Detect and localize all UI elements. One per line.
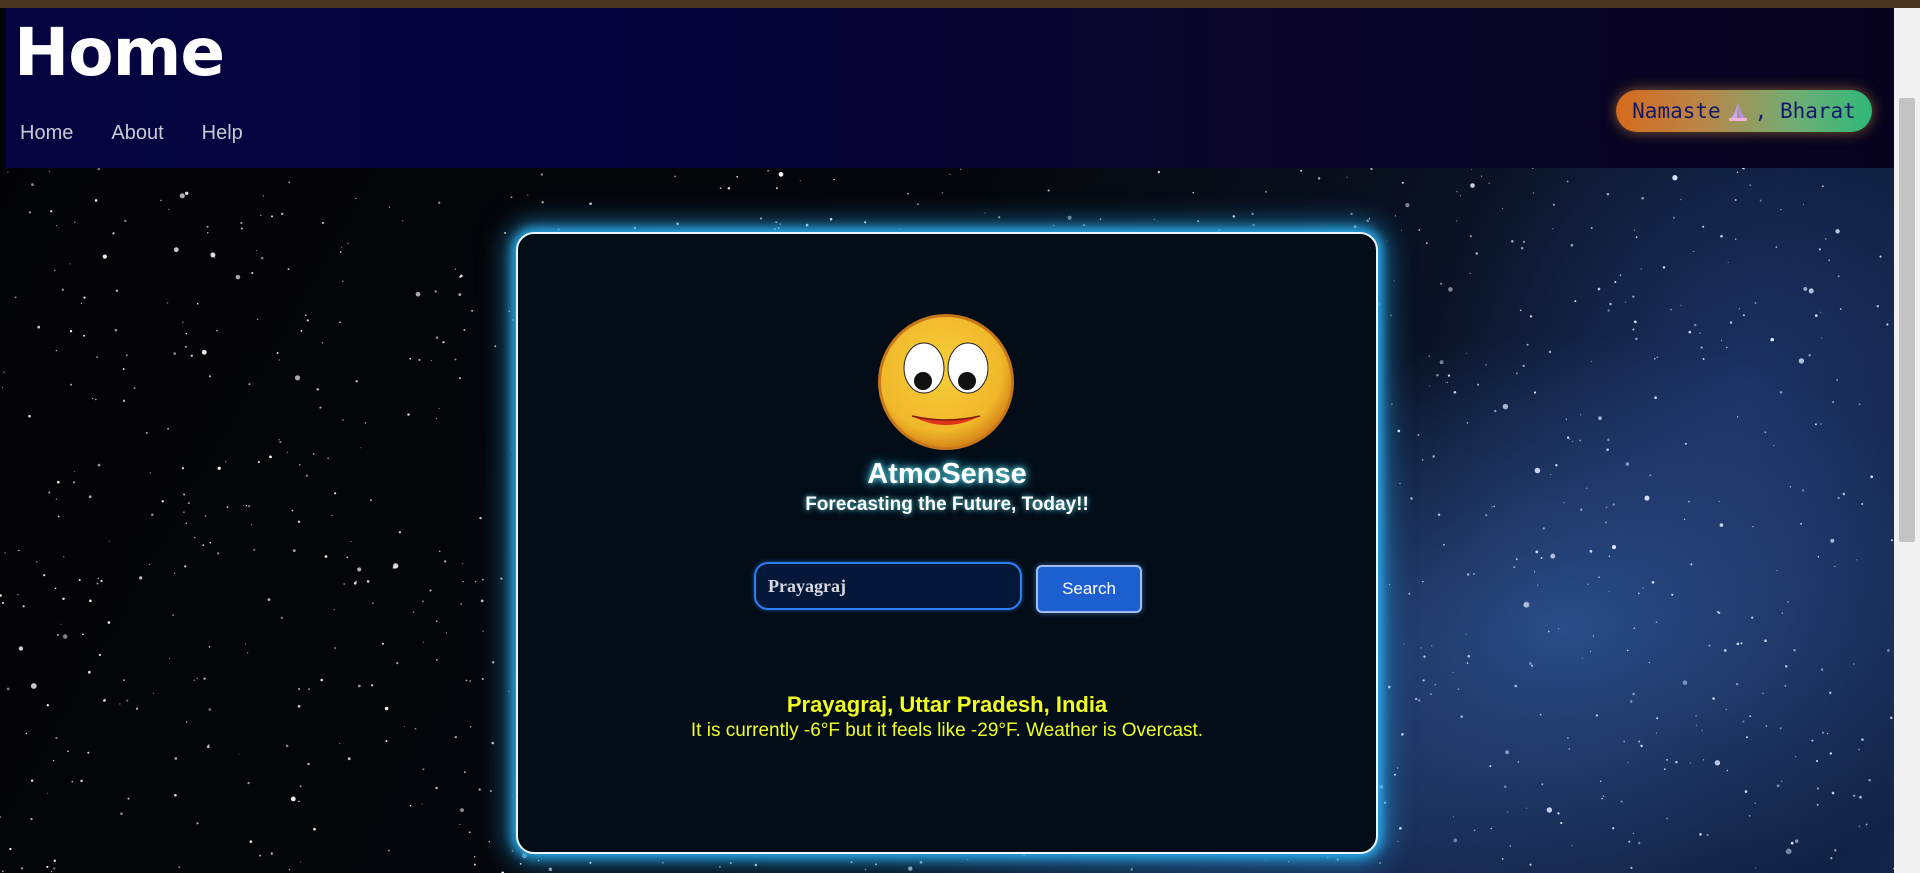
weather-card: AtmoSense Forecasting the Future, Today!… (516, 232, 1378, 854)
nav-links: Home About Help (20, 122, 243, 145)
result-location: Prayagraj, Uttar Pradesh, India (786, 692, 1108, 717)
nav-home[interactable]: Home (20, 122, 73, 145)
nav-about[interactable]: About (111, 122, 163, 145)
greeting-badge: Namaste , Bharat (1616, 90, 1872, 132)
navbar: Home Home About Help Namaste , Bharat (6, 8, 1894, 168)
city-search-input[interactable] (754, 562, 1022, 610)
nav-help[interactable]: Help (202, 122, 243, 145)
greeting-text-end: , Bharat (1754, 99, 1856, 123)
browser-top-strip (0, 0, 1920, 8)
app-title: AtmoSense (867, 458, 1027, 490)
result-weather-details: It is currently -6°F but it feels like -… (690, 720, 1204, 741)
brand-title: Home (14, 14, 225, 91)
namaste-icon (1725, 100, 1751, 122)
search-button[interactable]: Search (1036, 565, 1142, 613)
page-viewport: Home Home About Help Namaste , Bharat At… (0, 8, 1894, 873)
scrollbar-thumb[interactable] (1899, 98, 1915, 542)
greeting-text-start: Namaste (1632, 99, 1721, 123)
app-tagline: Forecasting the Future, Today!! (805, 494, 1089, 515)
smiley-face-icon (878, 314, 1014, 450)
